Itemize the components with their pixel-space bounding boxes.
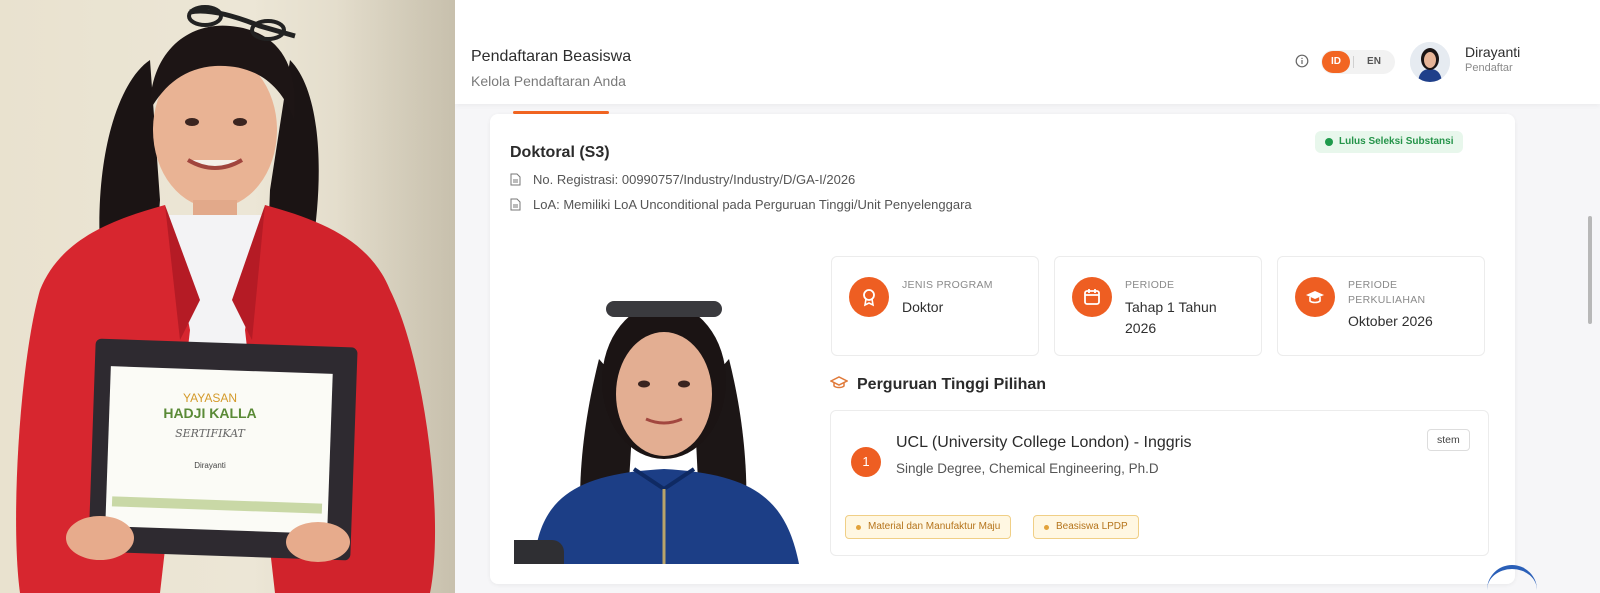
calendar-icon [1072, 277, 1112, 317]
degree-title: Doktoral (S3) [510, 144, 610, 161]
page-subtitle: Kelola Pendaftaran Anda [471, 73, 626, 89]
certificate-org-line2: HADJI KALLA [163, 405, 256, 421]
section-title-label: Perguruan Tinggi Pilihan [857, 376, 1047, 393]
application-page: Pendaftaran Beasiswa Kelola Pendaftaran … [455, 0, 1600, 593]
scholarship-pill: Beasiswa LPDP [1033, 515, 1139, 539]
person-holding-certificate-illustration: YAYASAN HADJI KALLA SERTIFIKAT Dirayanti [16, 5, 436, 593]
document-icon [510, 198, 521, 211]
document-icon [510, 173, 521, 186]
scrollbar-thumb[interactable] [1588, 216, 1592, 324]
stem-tag: stem [1427, 429, 1470, 451]
pill-label: Beasiswa LPDP [1056, 521, 1128, 532]
info-icon[interactable] [1295, 54, 1309, 68]
loa-status: LoA: Memiliki LoA Unconditional pada Per… [533, 197, 972, 212]
status-badge-label: Lulus Seleksi Substansi [1339, 136, 1454, 147]
university-choice-card[interactable]: 1 UCL (University College London) - Ingg… [830, 410, 1489, 556]
avatar[interactable] [1410, 42, 1450, 82]
info-card-study-period: PERIODE PERKULIAHAN Oktober 2026 [1277, 256, 1485, 356]
registration-number: No. Registrasi: 00990757/Industry/Indust… [533, 172, 856, 187]
university-name: UCL (University College London) - Inggri… [896, 434, 1192, 451]
info-card-period: PERIODE Tahap 1 Tahun 2026 [1054, 256, 1262, 356]
loa-row: LoA: Memiliki LoA Unconditional pada Per… [510, 197, 972, 212]
info-card-value: Doktor [902, 299, 944, 315]
application-card: Doktoral (S3) Lulus Seleksi Substansi No… [490, 114, 1515, 584]
pill-label: Material dan Manufaktur Maju [868, 521, 1001, 532]
category-pill: Material dan Manufaktur Maju [845, 515, 1012, 539]
status-dot-icon [1325, 138, 1333, 146]
graduation-cap-icon [830, 376, 848, 389]
info-card-value: Tahap 1 Tahun 2026 [1125, 299, 1217, 336]
language-option-en[interactable]: EN [1359, 51, 1389, 73]
status-badge: Lulus Seleksi Substansi [1315, 131, 1464, 153]
info-card-value: Oktober 2026 [1348, 313, 1433, 329]
page-title: Pendaftaran Beasiswa [471, 48, 632, 65]
registration-row: No. Registrasi: 00990757/Industry/Indust… [510, 172, 855, 187]
left-photo: YAYASAN HADJI KALLA SERTIFIKAT Dirayanti [0, 0, 455, 593]
info-card-label: JENIS PROGRAM [902, 279, 993, 291]
section-title-universities: Perguruan Tinggi Pilihan [830, 376, 1046, 394]
photo-corner-shadow [514, 540, 564, 564]
language-separator [1353, 56, 1354, 68]
pill-dot-icon [1044, 525, 1049, 530]
language-switch: ID EN [1321, 50, 1395, 74]
university-rank-badge: 1 [851, 447, 881, 477]
applicant-photo [514, 259, 807, 564]
info-card-program-type: JENIS PROGRAM Doktor [831, 256, 1039, 356]
language-option-id[interactable]: ID [1322, 51, 1350, 73]
info-card-label: PERIODE [1125, 279, 1175, 291]
award-icon [849, 277, 889, 317]
graduation-cap-icon [1295, 277, 1335, 317]
user-name: Dirayanti [1465, 44, 1521, 60]
pill-dot-icon [856, 525, 861, 530]
certificate-recipient: Dirayanti [194, 461, 226, 470]
info-card-label: PERIODE PERKULIAHAN [1348, 279, 1426, 306]
page-header: Pendaftaran Beasiswa Kelola Pendaftaran … [455, 0, 1600, 104]
certificate-title: SERTIFIKAT [175, 427, 246, 440]
user-role: Pendaftar [1465, 62, 1513, 74]
university-program: Single Degree, Chemical Engineering, Ph.… [896, 461, 1159, 476]
certificate-org-line1: YAYASAN [183, 391, 237, 405]
